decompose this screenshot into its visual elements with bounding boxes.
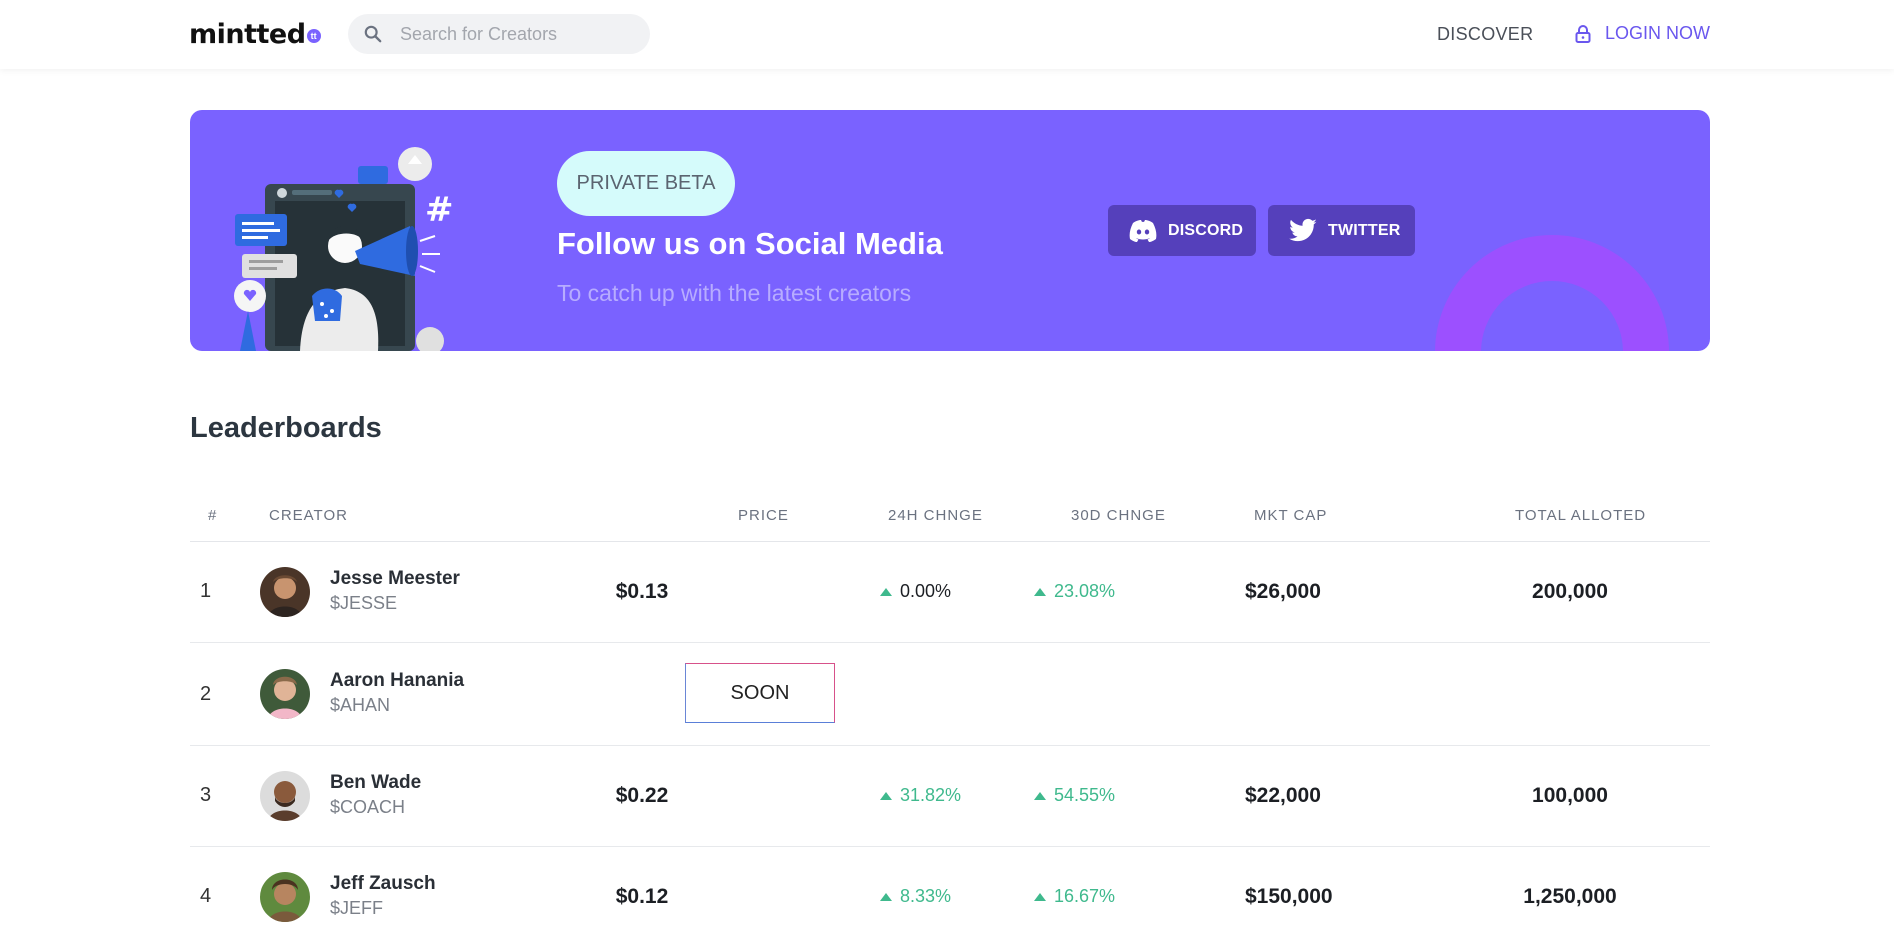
up-arrow-icon [880,892,892,901]
market-cap-value: $150,000 [1245,885,1333,908]
price-value: $0.12 [615,885,669,908]
col-creator[interactable]: CREATOR [269,507,348,524]
twitter-button[interactable]: TWITTER [1268,205,1415,256]
creator-ticker: $COACH [330,797,406,817]
table-row[interactable]: 4 Jeff Zausch $JEFF $0.12 8.33% 16.67% $… [190,847,1710,947]
change-30d-value: 16.67% [1054,886,1116,906]
change-30d: 54.55% [1034,785,1115,806]
price-value: $0.13 [615,580,669,603]
up-arrow-icon [880,791,892,800]
change-24h: 0.00% [880,581,951,602]
search-input[interactable] [398,22,632,46]
row-rank: 4 [200,885,212,907]
market-cap-value: $22,000 [1245,784,1321,807]
total-alloted-value: 200,000 [1532,580,1608,603]
banner-subtitle: To catch up with the latest creators [557,280,912,306]
private-beta-badge: PRIVATE BETA [557,151,735,216]
creator-ticker: $JESSE [330,593,398,613]
discord-button[interactable]: DISCORD [1108,205,1256,256]
up-arrow-icon [880,587,892,596]
market-cap-value: $26,000 [1245,580,1321,603]
change-30d-value: 23.08% [1054,581,1116,601]
row-rank: 1 [200,580,212,602]
avatar [260,771,310,821]
leaderboard-table: # CREATOR PRICE 24H CHNGE 30D CHNGE MKT … [190,498,1710,947]
row-rank: 3 [200,784,212,806]
login-button[interactable]: LOGIN NOW [1575,23,1710,44]
creator-name[interactable]: Ben Wade [330,772,421,794]
twitter-label: TWITTER [1328,221,1401,239]
social-media-banner: # PRIVATE BETA Follow us on Social Media… [190,110,1710,351]
nav-discover-link[interactable]: DISCOVER [1437,24,1533,45]
twitter-icon [1289,218,1317,241]
soon-button[interactable]: SOON [685,663,835,723]
col-total-alloted[interactable]: TOTAL ALLOTED [1515,507,1646,524]
col-price[interactable]: PRICE [738,507,789,524]
search-bar[interactable] [348,14,650,54]
megaphone-woman-illustration: # [234,147,454,351]
col-rank: # [208,507,218,524]
change-24h: 31.82% [880,785,961,806]
change-24h: 8.33% [880,886,951,907]
up-arrow-icon [1034,587,1046,596]
total-alloted-value: 100,000 [1532,784,1608,807]
lock-icon [1575,24,1591,43]
creator-name[interactable]: Aaron Hanania [330,670,464,692]
banner-title: Follow us on Social Media [557,226,943,261]
table-row[interactable]: 3 Ben Wade $COACH $0.22 31.82% 54.55% $2… [190,746,1710,847]
svg-text:#: # [425,190,454,230]
col-market-cap[interactable]: MKT CAP [1254,507,1327,524]
creator-name[interactable]: Jeff Zausch [330,873,436,895]
leaderboard-title: Leaderboards [190,412,382,444]
change-30d-value: 54.55% [1054,785,1116,805]
avatar [260,567,310,617]
mintted-logo[interactable]: mintted tt [189,17,321,51]
col-change-24h[interactable]: 24H CHNGE [888,507,983,524]
decorative-ring [1435,235,1669,351]
creator-ticker: $AHAN [330,695,391,715]
logo-text: mintted [189,18,306,50]
creator-name[interactable]: Jesse Meester [330,568,460,590]
table-row[interactable]: 1 Jesse Meester $JESSE $0.13 0.00% 23.08… [190,542,1710,643]
change-30d: 23.08% [1034,581,1115,602]
avatar [260,872,310,922]
row-rank: 2 [200,683,212,705]
discord-label: DISCORD [1168,221,1244,239]
avatar [260,669,310,719]
change-24h-value: 0.00% [900,581,952,601]
change-24h-value: 31.82% [900,785,962,805]
up-arrow-icon [1034,791,1046,800]
logo-coin-icon: tt [306,29,321,43]
discord-icon [1129,219,1157,242]
change-30d: 16.67% [1034,886,1115,907]
total-alloted-value: 1,250,000 [1523,885,1617,908]
login-label: LOGIN NOW [1605,23,1711,43]
top-navbar: mintted tt DISCOVER LOGIN NOW [0,0,1894,69]
creator-ticker: $JEFF [330,898,384,918]
change-24h-value: 8.33% [900,886,952,906]
price-value: $0.22 [615,784,669,807]
up-arrow-icon [1034,892,1046,901]
table-header: # CREATOR PRICE 24H CHNGE 30D CHNGE MKT … [190,498,1710,542]
search-icon [364,25,382,43]
table-row[interactable]: 2 Aaron Hanania $AHAN SOON [190,643,1710,746]
col-change-30d[interactable]: 30D CHNGE [1071,507,1166,524]
